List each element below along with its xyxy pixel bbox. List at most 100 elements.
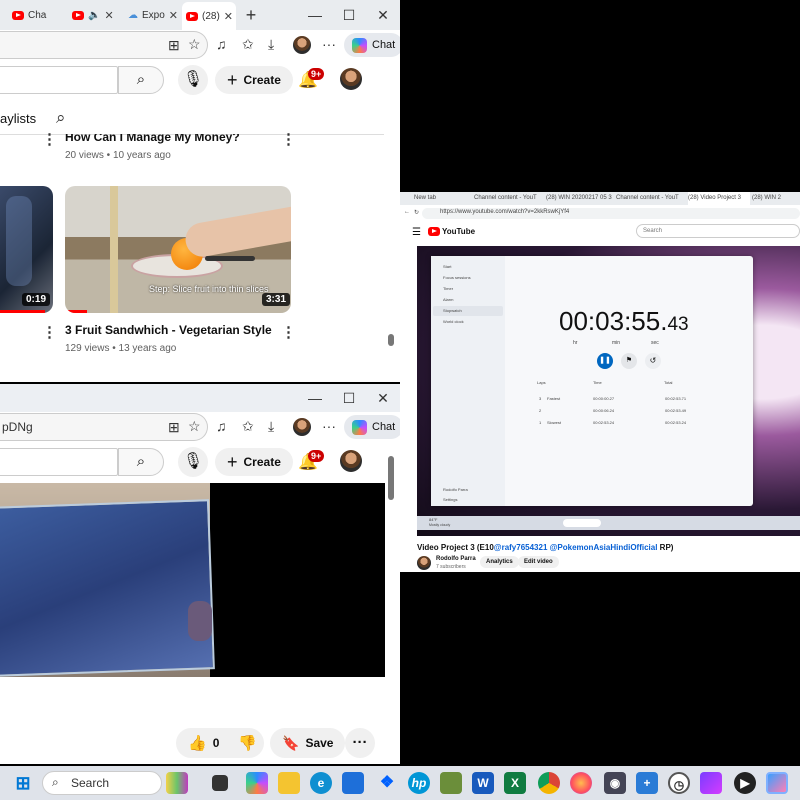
create-button[interactable]: + Create (215, 66, 293, 94)
analytics-button[interactable]: Analytics (480, 556, 519, 568)
nav-stopwatch-selected[interactable]: Stopwatch (433, 306, 503, 316)
edge-browser-icon[interactable]: e (310, 772, 332, 794)
taskbar-search[interactable]: ⌕ Search (42, 771, 162, 795)
tab-audio-playing[interactable]: 🔈 ✕ (68, 3, 124, 27)
scrollbar-thumb[interactable] (388, 456, 394, 500)
tab-youtube-active[interactable]: (28) ✕ (182, 2, 236, 30)
search-button[interactable]: ⌕ (118, 66, 164, 94)
dropbox-icon[interactable]: ❖ (376, 772, 398, 794)
close-icon[interactable]: ✕ (224, 10, 233, 23)
channel-avatar[interactable] (417, 556, 431, 570)
copilot-chat-button[interactable]: Chat (344, 33, 400, 57)
firefox-icon[interactable] (570, 772, 592, 794)
edit-video-button[interactable]: Edit video (518, 556, 559, 568)
tab-channel-content-2[interactable]: Channel content - YouT (616, 192, 686, 205)
nav-alarm[interactable]: Alarm (443, 297, 453, 302)
mention-link[interactable]: @rafy7654321 (494, 543, 548, 552)
nav-world-clock[interactable]: World clock (443, 319, 464, 324)
nav-timer[interactable]: Timer (443, 286, 453, 291)
voice-search-button[interactable]: 🎙 (178, 447, 208, 477)
maximize-button[interactable]: ☐ (332, 7, 366, 24)
save-button[interactable]: 🔖 Save (270, 728, 346, 758)
excel-icon[interactable]: X (504, 772, 526, 794)
video-title[interactable]: How Can I Manage My Money? (65, 134, 240, 144)
account-avatar[interactable] (340, 68, 362, 90)
tab-win-2[interactable]: (28) WIN 2 (752, 192, 792, 205)
video-menu-button[interactable]: ⋮ (42, 323, 57, 341)
tab-channel-content[interactable]: Channel content - YouT (474, 192, 544, 205)
lap-flag-button[interactable]: ⚑ (621, 353, 637, 369)
video-menu-button[interactable]: ⋮ (281, 130, 296, 148)
photos-app-icon[interactable] (766, 772, 788, 794)
youtube-search-input[interactable] (0, 66, 118, 94)
video-menu-button[interactable]: ⋮ (281, 323, 296, 341)
tab-video-project-active[interactable]: (28) Video Project 3 (688, 192, 750, 205)
remote-desktop-icon[interactable]: + (636, 772, 658, 794)
camera-icon[interactable]: ◉ (604, 772, 626, 794)
channel-search-icon[interactable]: ⌕ (56, 108, 66, 128)
back-icon[interactable]: ← (404, 209, 410, 215)
tab-playlists[interactable]: aylists (0, 111, 36, 126)
video-player[interactable]: Start Focus sessions Timer Alarm Stopwat… (417, 246, 800, 536)
favorite-star-icon[interactable]: ☆ (188, 418, 201, 435)
media-control-icon[interactable]: ♫ (216, 36, 227, 52)
word-icon[interactable]: W (472, 772, 494, 794)
split-screen-icon[interactable]: ⊞ (168, 419, 180, 436)
new-tab-button[interactable]: + (236, 5, 266, 26)
scrollbar-thumb[interactable] (388, 334, 394, 346)
nav-focus-sessions[interactable]: Focus sessions (443, 275, 471, 280)
close-window-button[interactable]: ✕ (366, 390, 400, 407)
download-icon[interactable]: ⤓ (268, 36, 274, 53)
video-menu-button[interactable]: ⋮ (42, 130, 57, 148)
youtube-search-input[interactable]: Search (636, 224, 800, 238)
like-button[interactable]: 👍 0 (176, 728, 230, 758)
download-icon[interactable]: ⤓ (268, 418, 274, 435)
hamburger-menu-icon[interactable]: ☰ (412, 227, 421, 238)
address-bar[interactable]: https://www.youtube.com/watch?v=2kkRswKj… (422, 208, 800, 219)
chrome-icon[interactable] (538, 772, 560, 794)
settings-link[interactable]: Settings (443, 497, 457, 502)
mention-link[interactable]: @PokemonAsiaHindiOfficial (547, 543, 658, 552)
split-screen-icon[interactable]: ⊞ (168, 37, 180, 54)
dislike-button[interactable]: 👎 (226, 728, 264, 758)
more-menu-icon[interactable]: ··· (322, 418, 336, 434)
search-button[interactable]: ⌕ (118, 448, 164, 476)
favorites-icon[interactable]: ✩ (242, 36, 254, 53)
voice-search-button[interactable]: 🎙 (178, 65, 208, 95)
clock-app-icon[interactable]: ◷ (668, 772, 690, 794)
media-player-icon[interactable]: ▶ (734, 772, 756, 794)
file-explorer-icon[interactable] (278, 772, 300, 794)
media-control-icon[interactable]: ♫ (216, 418, 227, 434)
video-thumbnail-fruit[interactable]: Step: Slice fruit into thin slices (65, 186, 291, 313)
youtube-logo[interactable]: YouTube (428, 227, 475, 236)
close-window-button[interactable]: ✕ (366, 7, 400, 24)
reset-button[interactable]: ↺ (645, 353, 661, 369)
more-menu-icon[interactable]: ··· (322, 36, 336, 52)
maximize-button[interactable]: ☐ (332, 390, 366, 407)
windows-start-icon[interactable]: ⊞ (12, 772, 34, 794)
copilot-icon[interactable] (246, 772, 268, 794)
favorites-icon[interactable]: ✩ (242, 418, 254, 435)
profile-avatar[interactable] (293, 36, 311, 54)
mask-widget-icon[interactable] (166, 772, 188, 794)
tab-expo[interactable]: ☁ Expo ✕ (124, 3, 182, 27)
account-avatar[interactable] (340, 450, 362, 472)
close-icon[interactable]: ✕ (169, 9, 178, 22)
tab-win-video[interactable]: (28) WIN 20200217 05 3 (546, 192, 614, 205)
minimize-button[interactable]: — (298, 7, 332, 23)
task-view-icon[interactable] (212, 775, 228, 791)
minecraft-icon[interactable] (440, 772, 462, 794)
profile-avatar[interactable] (293, 418, 311, 436)
pause-button[interactable]: ❚❚ (597, 353, 613, 369)
more-actions-button[interactable]: ··· (345, 728, 375, 758)
youtube-search-input[interactable] (0, 448, 118, 476)
video-title[interactable]: 3 Fruit Sandwhich - Vegetarian Style (65, 323, 272, 337)
video-player[interactable] (0, 483, 385, 677)
favorite-star-icon[interactable]: ☆ (188, 36, 201, 53)
close-icon[interactable]: ✕ (104, 9, 113, 22)
clipchamp-icon[interactable] (700, 772, 722, 794)
tab-new-tab[interactable]: New tab (414, 192, 472, 205)
create-button[interactable]: + Create (215, 448, 293, 476)
nav-start[interactable]: Start (443, 264, 451, 269)
copilot-chat-button[interactable]: Chat (344, 415, 400, 439)
